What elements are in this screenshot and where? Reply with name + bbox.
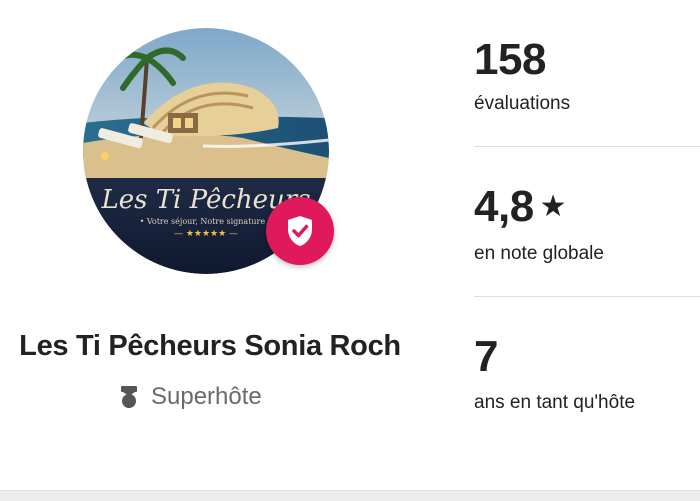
host-stats: 158 évaluations 4,8 ★ en note globale 7 … (474, 0, 700, 500)
verified-badge (266, 197, 334, 265)
verified-shield-icon (288, 216, 312, 246)
years-label: ans en tant qu'hôte (474, 392, 636, 413)
star-icon: ★ (539, 189, 567, 224)
reviews-label: évaluations (474, 93, 571, 114)
superhost-medal-icon (121, 386, 137, 408)
reviews-count: 158 (474, 35, 546, 84)
host-avatar-container: Les Ti Pêcheurs • Votre séjour, Notre si… (83, 28, 334, 274)
avatar-logo-stars: — ★★★★★ — (174, 229, 238, 239)
superhost-label: Superhôte (151, 383, 262, 410)
section-divider (0, 490, 700, 501)
avatar-logo-tagline: • Votre séjour, Notre signature • (140, 217, 273, 226)
years-count: 7 (474, 332, 498, 381)
divider (474, 296, 700, 297)
divider (474, 146, 700, 147)
host-name: Les Ti Pêcheurs Sonia Roch (19, 330, 401, 362)
rating-row: 4,8 ★ (474, 182, 567, 231)
rating-label: en note globale (474, 243, 604, 264)
superhost-badge: Superhôte (119, 383, 262, 411)
rating-value: 4,8 (474, 182, 534, 231)
